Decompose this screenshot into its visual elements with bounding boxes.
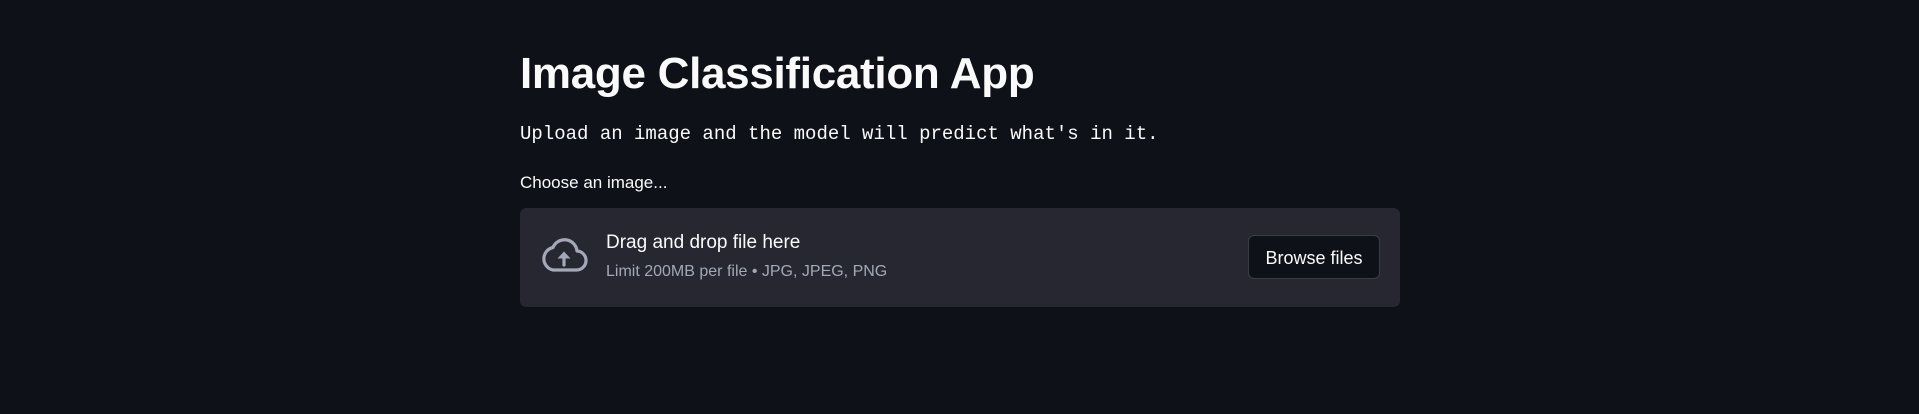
file-uploader-label: Choose an image... bbox=[520, 173, 668, 192]
file-dropzone[interactable]: Drag and drop file here Limit 200MB per … bbox=[520, 208, 1400, 307]
dropzone-instructions: Drag and drop file here Limit 200MB per … bbox=[606, 230, 887, 283]
browse-files-button[interactable]: Browse files bbox=[1248, 235, 1380, 279]
cloud-upload-icon bbox=[540, 236, 588, 276]
file-limit-text: Limit 200MB per file • JPG, JPEG, PNG bbox=[606, 263, 888, 280]
app-description: Upload an image and the model will predi… bbox=[520, 123, 1159, 145]
dropzone-title: Drag and drop file here bbox=[606, 232, 801, 253]
page-title: Image Classification App bbox=[520, 49, 1035, 98]
